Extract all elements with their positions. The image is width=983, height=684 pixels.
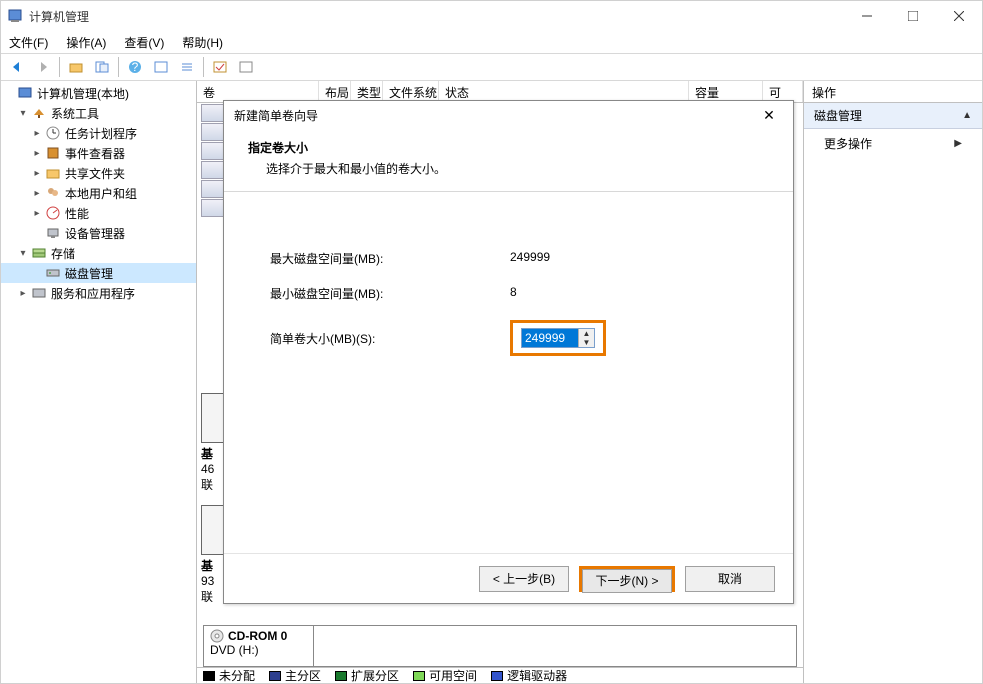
spinner-down-button[interactable]: ▼ — [579, 338, 594, 347]
tree-event-viewer[interactable]: ▸事件查看器 — [1, 143, 196, 163]
tree-performance[interactable]: ▸性能 — [1, 203, 196, 223]
legend-sw-logical — [491, 671, 503, 681]
actions-section[interactable]: 磁盘管理▲ — [804, 103, 982, 129]
cdrom-sub: DVD (H:) — [210, 643, 307, 657]
actions-pane: 操作 磁盘管理▲ 更多操作▶ — [804, 81, 982, 683]
wizard-dialog: 新建简单卷向导 ✕ 指定卷大小 选择介于最大和最小值的卷大小。 最大磁盘空间量(… — [223, 100, 794, 604]
svg-text:?: ? — [132, 60, 139, 74]
cdrom-box[interactable]: CD-ROM 0 DVD (H:) — [203, 625, 797, 667]
minimize-button[interactable] — [844, 1, 890, 31]
menu-action[interactable]: 操作(A) — [66, 34, 106, 51]
cdrom-icon — [210, 629, 224, 643]
tree-disk-management[interactable]: 磁盘管理 — [1, 263, 196, 283]
dialog-subheading: 选择介于最大和最小值的卷大小。 — [248, 160, 769, 177]
legend-sw-extended — [335, 671, 347, 681]
legend-sw-free — [413, 671, 425, 681]
back-button[interactable]: < 上一步(B) — [479, 566, 569, 592]
disk-fragment-2: 基 93 联 — [201, 505, 221, 605]
collapse-icon: ▲ — [962, 110, 972, 121]
tree-task-scheduler[interactable]: ▸任务计划程序 — [1, 123, 196, 143]
titlebar: 计算机管理 — [1, 1, 982, 31]
volume-size-input[interactable] — [522, 329, 578, 347]
up-button[interactable] — [64, 56, 88, 78]
col-other[interactable]: 可 — [763, 81, 803, 102]
max-disk-value: 249999 — [510, 250, 600, 267]
options-button[interactable] — [234, 56, 258, 78]
actions-header: 操作 — [804, 81, 982, 103]
properties-button[interactable] — [90, 56, 114, 78]
close-button[interactable] — [936, 1, 982, 31]
col-capacity[interactable]: 容量 — [689, 81, 763, 102]
refresh-button[interactable] — [149, 56, 173, 78]
tree-shared-folders[interactable]: ▸共享文件夹 — [1, 163, 196, 183]
tree-storage[interactable]: ▾存储 — [1, 243, 196, 263]
window-title: 计算机管理 — [29, 8, 844, 25]
spinner-up-button[interactable]: ▲ — [579, 329, 594, 338]
col-type[interactable]: 类型 — [351, 81, 383, 102]
disk-fragment-1: 基 46 联 — [201, 393, 221, 493]
cdrom-title: CD-ROM 0 — [228, 629, 287, 643]
volume-size-highlight: ▲ ▼ — [510, 320, 606, 356]
cancel-button[interactable]: 取消 — [685, 566, 775, 592]
legend-sw-primary — [269, 671, 281, 681]
toolbar: ? — [1, 53, 982, 81]
forward-button[interactable] — [31, 56, 55, 78]
list-button[interactable] — [175, 56, 199, 78]
maximize-button[interactable] — [890, 1, 936, 31]
tree-local-users[interactable]: ▸本地用户和组 — [1, 183, 196, 203]
legend-sw-unallocated — [203, 671, 215, 681]
tree-device-manager[interactable]: 设备管理器 — [1, 223, 196, 243]
app-icon — [7, 8, 23, 24]
dialog-heading: 指定卷大小 — [248, 139, 769, 156]
menubar: 文件(F) 操作(A) 查看(V) 帮助(H) — [1, 31, 982, 53]
back-button[interactable] — [5, 56, 29, 78]
col-filesystem[interactable]: 文件系统 — [383, 81, 439, 102]
col-layout[interactable]: 布局 — [319, 81, 351, 102]
menu-help[interactable]: 帮助(H) — [182, 34, 223, 51]
max-disk-label: 最大磁盘空间量(MB): — [270, 250, 510, 267]
menu-file[interactable]: 文件(F) — [9, 34, 48, 51]
menu-view[interactable]: 查看(V) — [124, 34, 164, 51]
next-button-highlight: 下一步(N) > — [579, 566, 675, 592]
next-button[interactable]: 下一步(N) > — [582, 569, 672, 593]
tree-services-apps[interactable]: ▸服务和应用程序 — [1, 283, 196, 303]
min-disk-label: 最小磁盘空间量(MB): — [270, 285, 510, 302]
actions-more[interactable]: 更多操作▶ — [804, 129, 982, 158]
min-disk-value: 8 — [510, 285, 600, 302]
chevron-right-icon: ▶ — [954, 138, 962, 149]
col-volume[interactable]: 卷 — [197, 81, 319, 102]
col-status[interactable]: 状态 — [439, 81, 689, 102]
dialog-close-button[interactable]: ✕ — [755, 101, 783, 129]
legend: 未分配 主分区 扩展分区 可用空间 逻辑驱动器 — [197, 667, 803, 683]
tree-root[interactable]: 计算机管理(本地) — [1, 83, 196, 103]
tree-view: 计算机管理(本地) ▾系统工具 ▸任务计划程序 ▸事件查看器 ▸共享文件夹 ▸本… — [1, 81, 197, 683]
volume-size-label: 简单卷大小(MB)(S): — [270, 330, 510, 347]
help-button[interactable]: ? — [123, 56, 147, 78]
settings-button[interactable] — [208, 56, 232, 78]
tree-system-tools[interactable]: ▾系统工具 — [1, 103, 196, 123]
dialog-title: 新建简单卷向导 — [234, 107, 755, 124]
